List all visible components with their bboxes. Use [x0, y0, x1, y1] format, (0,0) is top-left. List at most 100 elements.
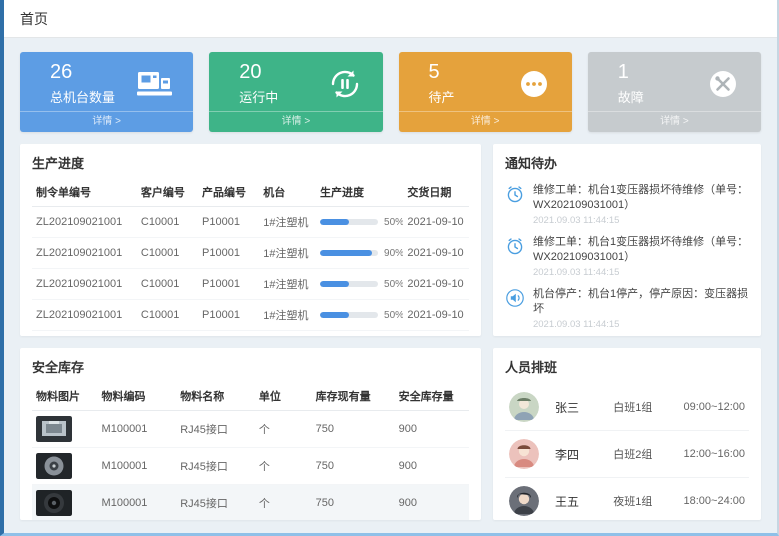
notification-text: 机台停产：机台1停产，停产原因：变压器损坏 — [533, 287, 749, 316]
cell-date: 2021-09-10 — [403, 331, 469, 337]
notification-body: 机台停产：机台1停产，停产原因：变压器损坏 2021.09.03 11:44:1… — [533, 287, 749, 330]
cell-name: RJ45接口 — [176, 411, 255, 448]
stat-card-total-machines[interactable]: 26 总机台数量 详情 > — [20, 52, 193, 132]
notification-time: 2021.09.03 11:44:15 — [533, 319, 749, 330]
stat-value: 26 — [50, 61, 115, 83]
cell-code: M100001 — [98, 411, 177, 448]
stat-card-waiting[interactable]: 5 待产 详情 > — [399, 52, 572, 132]
table-header-row: 制令单编号 客户编号 产品编号 机台 生产进度 交货日期 — [32, 178, 469, 207]
cell-date: 2021-09-10 — [403, 300, 469, 331]
notification-item[interactable]: 维修工单：机台1变压器损坏待维修（单号：WX202109031001） 2021… — [505, 178, 749, 230]
clock-icon — [505, 183, 525, 226]
notification-item[interactable]: 维修工单：机台1变压器损坏待维修（单号：WX202109031001） 2021… — [505, 230, 749, 282]
cell-code: M100001 — [98, 448, 177, 485]
card-detail-link[interactable]: 详情 > — [588, 111, 761, 132]
person-time: 12:00~16:00 — [684, 448, 745, 460]
progress-bar — [320, 281, 378, 287]
table-row: ZL202109021001 C10001 P10001 1#注塑机 50% 2… — [32, 269, 469, 300]
cell-safety: 900 — [395, 448, 469, 485]
progress-bar — [320, 219, 378, 225]
cell-progress: 50% — [316, 300, 403, 331]
person-shift: 白班2组 — [613, 446, 683, 462]
cell-code: M100001 — [98, 485, 177, 521]
material-image — [36, 453, 72, 479]
cell-customer: C10001 — [137, 331, 198, 337]
col-order: 制令单编号 — [32, 178, 137, 207]
tab-home[interactable]: 首页 — [20, 9, 48, 29]
col-name: 物料名称 — [176, 382, 255, 411]
material-image — [36, 416, 72, 442]
stat-card-running[interactable]: 20 运行中 详情 > — [209, 52, 382, 132]
cell-order: ZL202109021001 — [32, 238, 137, 269]
cell-safety: 900 — [395, 485, 469, 521]
progress-value: 50% — [384, 217, 403, 228]
notification-text: 维修工单：机台1变压器损坏待维修（单号：WX202109031001） — [533, 183, 749, 212]
cell-machine: 1#注塑机 — [259, 300, 316, 331]
table-row: ZL202109021001 C10001 P10001 1#注塑机 50% 2… — [32, 331, 469, 337]
app-window: 首页 26 总机台数量 — [0, 0, 779, 536]
person-time: 09:00~12:00 — [684, 401, 745, 413]
stat-card-text: 1 故障 — [618, 61, 644, 106]
avatar — [509, 392, 539, 422]
cell-date: 2021-09-10 — [403, 207, 469, 238]
schedule-row: 张三 白班1组 09:00~12:00 — [505, 384, 749, 431]
cell-order: ZL202109021001 — [32, 269, 137, 300]
panel-title: 生产进度 — [32, 153, 469, 172]
cell-progress: 50% — [316, 331, 403, 337]
cell-customer: C10001 — [137, 238, 198, 269]
inventory-table: 物料图片 物料编码 物料名称 单位 库存现有量 安全库存量 — [32, 382, 469, 520]
card-detail-link[interactable]: 详情 > — [399, 111, 572, 132]
notification-body: 维修工单：机台1变压器损坏待维修（单号：WX202109031001） 2021… — [533, 183, 749, 226]
cell-name: RJ45接口 — [176, 485, 255, 521]
cell-stock: 750 — [312, 411, 395, 448]
cell-image — [32, 448, 98, 485]
panel-title: 人员排班 — [505, 357, 749, 376]
cell-machine: 1#注塑机 — [259, 331, 316, 337]
col-code: 物料编码 — [98, 382, 177, 411]
cell-unit: 个 — [255, 448, 312, 485]
card-detail-link[interactable]: 详情 > — [20, 111, 193, 132]
progress-value: 50% — [384, 279, 403, 290]
panel-title: 安全库存 — [32, 357, 469, 376]
progress-value: 90% — [384, 248, 403, 259]
person-name: 张三 — [555, 399, 613, 416]
cell-safety: 900 — [395, 411, 469, 448]
cell-product: P10001 — [198, 269, 259, 300]
cell-progress: 90% — [316, 238, 403, 269]
cell-product: P10001 — [198, 300, 259, 331]
col-product: 产品编号 — [198, 178, 259, 207]
col-progress: 生产进度 — [316, 178, 403, 207]
cell-stock: 750 — [312, 448, 395, 485]
cell-product: P10001 — [198, 207, 259, 238]
stat-label: 总机台数量 — [50, 87, 115, 106]
material-image — [36, 490, 72, 516]
stat-card-body: 5 待产 — [399, 52, 572, 111]
stat-card-text: 26 总机台数量 — [50, 61, 115, 106]
table-row: ZL202109021001 C10001 P10001 1#注塑机 90% 2… — [32, 238, 469, 269]
notification-item[interactable]: 机台停产：机台1停产，停产原因：变压器损坏 2021.09.03 11:44:1… — [505, 282, 749, 334]
notification-item[interactable]: 计划暂停：机台1生产计划已暂停 2021.09.03 11:44:15 — [505, 334, 749, 336]
notification-time: 2021.09.03 11:44:15 — [533, 215, 749, 226]
progress-bar — [320, 250, 378, 256]
card-detail-link[interactable]: 详情 > — [209, 111, 382, 132]
ellipsis-icon — [516, 67, 552, 101]
running-icon — [327, 67, 363, 101]
schedule-row: 李四 白班2组 12:00~16:00 — [505, 431, 749, 478]
stat-card-body: 1 故障 — [588, 52, 761, 111]
table-row: ZL202109021001 C10001 P10001 1#注塑机 50% 2… — [32, 207, 469, 238]
cell-date: 2021-09-10 — [403, 269, 469, 300]
stat-card-body: 26 总机台数量 — [20, 52, 193, 111]
cell-customer: C10001 — [137, 269, 198, 300]
col-safety: 安全库存量 — [395, 382, 469, 411]
stat-label: 运行中 — [239, 87, 278, 106]
person-time: 18:00~24:00 — [684, 495, 745, 507]
cell-order: ZL202109021001 — [32, 331, 137, 337]
cell-progress: 50% — [316, 207, 403, 238]
cell-progress: 50% — [316, 269, 403, 300]
notification-text: 维修工单：机台1变压器损坏待维修（单号：WX202109031001） — [533, 235, 749, 264]
stat-card-fault[interactable]: 1 故障 详情 > — [588, 52, 761, 132]
notification-list: 维修工单：机台1变压器损坏待维修（单号：WX202109031001） 2021… — [505, 178, 749, 336]
progress-value: 50% — [384, 310, 403, 321]
progress-bar — [320, 312, 378, 318]
cell-name: RJ45接口 — [176, 448, 255, 485]
